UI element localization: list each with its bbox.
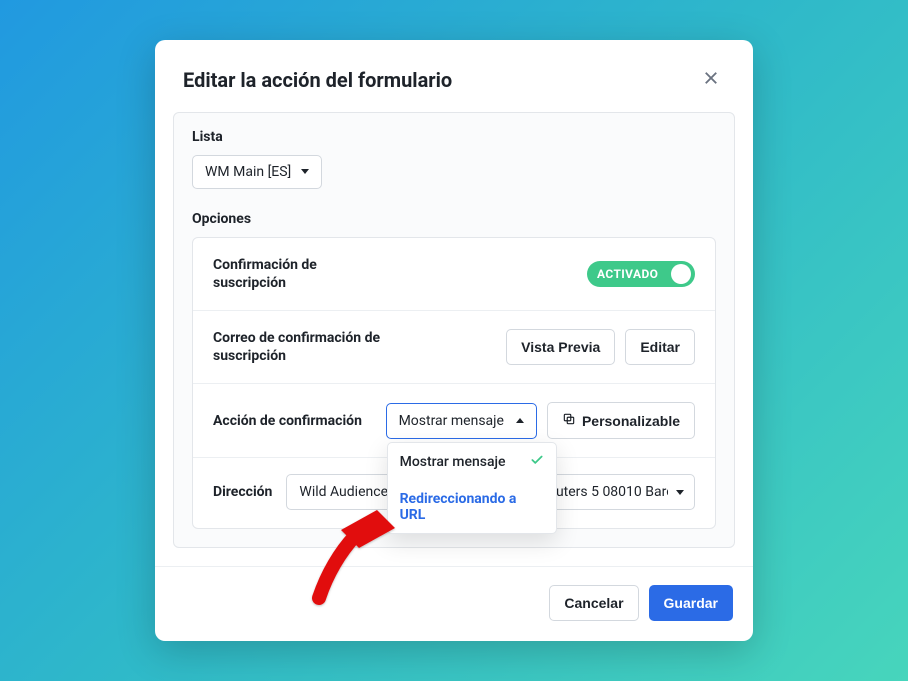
confirm-email-label: Correo de confirmación de suscripción xyxy=(213,329,383,365)
preview-button[interactable]: Vista Previa xyxy=(506,329,615,365)
modal-body: Lista WM Main [ES] Opciones Confirmación… xyxy=(155,112,753,567)
dropdown-item-show-message[interactable]: Mostrar mensaje xyxy=(388,443,556,481)
confirm-subscription-label: Confirmación de suscripción xyxy=(213,256,383,292)
confirm-action-dropdown[interactable]: Mostrar mensaje Mostrar mensaje xyxy=(386,403,537,439)
body-panel: Lista WM Main [ES] Opciones Confirmación… xyxy=(173,112,735,549)
options-section: Opciones Confirmación de suscripción ACT… xyxy=(192,211,716,530)
close-icon xyxy=(702,69,720,90)
edit-button[interactable]: Editar xyxy=(625,329,695,365)
check-icon xyxy=(530,453,544,471)
toggle-label: ACTIVADO xyxy=(597,267,666,281)
option-row-confirm-subscription: Confirmación de suscripción ACTIVADO xyxy=(193,238,715,311)
confirm-subscription-toggle[interactable]: ACTIVADO xyxy=(587,261,695,287)
edit-form-action-modal: Editar la acción del formulario Lista WM… xyxy=(155,40,753,642)
modal-title: Editar la acción del formulario xyxy=(183,68,452,92)
caret-down-icon xyxy=(301,169,309,174)
modal-header: Editar la acción del formulario xyxy=(155,40,753,112)
confirm-action-selected: Mostrar mensaje xyxy=(399,413,504,429)
caret-up-icon xyxy=(516,418,524,423)
address-label: Dirección xyxy=(213,483,272,501)
confirm-action-label: Acción de confirmación xyxy=(213,412,362,430)
caret-down-icon xyxy=(676,490,684,495)
list-label: Lista xyxy=(192,129,716,145)
toggle-knob xyxy=(671,264,691,284)
dropdown-item-label: Redireccionando a URL xyxy=(400,491,544,523)
option-row-confirm-email: Correo de confirmación de suscripción Vi… xyxy=(193,311,715,384)
list-selected-value: WM Main [ES] xyxy=(205,164,291,180)
personalize-label: Personalizable xyxy=(582,413,680,429)
confirm-action-dropdown-menu: Mostrar mensaje Redireccionan xyxy=(387,442,557,534)
cancel-button[interactable]: Cancelar xyxy=(549,585,638,621)
copy-icon xyxy=(562,412,576,429)
modal-footer: Cancelar Guardar xyxy=(155,566,753,641)
save-button[interactable]: Guardar xyxy=(649,585,733,621)
options-card: Confirmación de suscripción ACTIVADO Cor… xyxy=(192,237,716,530)
close-button[interactable] xyxy=(697,66,725,94)
dropdown-item-label: Mostrar mensaje xyxy=(400,454,506,470)
list-dropdown[interactable]: WM Main [ES] xyxy=(192,155,322,189)
personalize-button[interactable]: Personalizable xyxy=(547,402,695,439)
dropdown-item-redirect-url[interactable]: Redireccionando a URL xyxy=(388,481,556,533)
option-row-confirm-action: Acción de confirmación Mostrar mensaje M… xyxy=(193,384,715,458)
options-label: Opciones xyxy=(192,211,716,227)
